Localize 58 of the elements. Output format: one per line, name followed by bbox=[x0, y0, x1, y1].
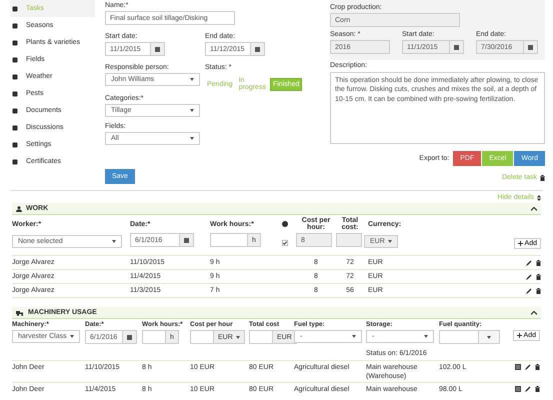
fuel-quantity-field[interactable] bbox=[439, 330, 479, 344]
caret-icon bbox=[190, 78, 194, 81]
calendar-icon bbox=[528, 44, 533, 50]
hours-field[interactable] bbox=[210, 233, 248, 247]
caret-icon bbox=[487, 336, 491, 338]
pencil-icon[interactable] bbox=[526, 260, 532, 266]
calendar-button[interactable] bbox=[524, 40, 538, 54]
calendar-button[interactable] bbox=[123, 330, 137, 344]
trash-icon[interactable] bbox=[536, 260, 541, 266]
caret-icon bbox=[352, 335, 356, 338]
hours-field[interactable] bbox=[142, 330, 166, 344]
calendar-button[interactable] bbox=[151, 42, 165, 56]
trash-icon[interactable] bbox=[535, 364, 540, 370]
caret-icon bbox=[190, 137, 194, 140]
chevron-up-icon[interactable] bbox=[531, 206, 537, 210]
sort-icon bbox=[537, 194, 541, 200]
caret-icon bbox=[236, 336, 240, 338]
caret-icon bbox=[190, 109, 194, 112]
tractor-icon bbox=[16, 310, 24, 316]
pencil-icon[interactable] bbox=[525, 364, 531, 370]
person-icon bbox=[16, 206, 22, 212]
menu-item-icon bbox=[12, 6, 18, 12]
pencil-icon[interactable] bbox=[525, 386, 531, 392]
menu-item-icon bbox=[12, 22, 18, 28]
calendar-icon bbox=[184, 238, 189, 242]
checkbox[interactable] bbox=[282, 240, 288, 246]
calendar-button[interactable] bbox=[180, 233, 194, 247]
calendar-button[interactable] bbox=[251, 42, 265, 56]
pencil-icon[interactable] bbox=[526, 288, 532, 294]
menu-item-icon bbox=[12, 142, 18, 148]
list-icon[interactable] bbox=[515, 386, 521, 392]
menu-item-icon bbox=[12, 124, 18, 130]
caret-icon bbox=[70, 335, 74, 338]
chevron-up-icon[interactable] bbox=[531, 310, 537, 314]
trash-icon[interactable] bbox=[535, 386, 540, 392]
calendar-icon bbox=[127, 334, 132, 340]
trash-icon[interactable] bbox=[540, 174, 545, 180]
caret-icon bbox=[112, 240, 116, 242]
trash-icon[interactable] bbox=[536, 274, 541, 280]
calendar-icon bbox=[255, 46, 260, 52]
caret-icon bbox=[424, 335, 428, 338]
plus-icon bbox=[518, 240, 523, 246]
menu-item-icon bbox=[12, 74, 18, 80]
menu-item-icon bbox=[12, 108, 18, 114]
pencil-icon[interactable] bbox=[526, 274, 532, 280]
menu-item-icon bbox=[12, 40, 18, 46]
menu-item-icon bbox=[12, 158, 18, 164]
plus-icon bbox=[516, 333, 522, 338]
calendar-button[interactable] bbox=[450, 40, 464, 54]
total-field[interactable] bbox=[249, 330, 273, 344]
calendar-icon bbox=[454, 44, 459, 50]
menu-item-icon bbox=[12, 56, 18, 62]
caret-icon bbox=[388, 240, 392, 242]
calendar-icon bbox=[155, 46, 160, 52]
total-field[interactable] bbox=[336, 233, 362, 247]
cost-field[interactable] bbox=[190, 330, 214, 344]
trash-icon[interactable] bbox=[536, 288, 541, 294]
menu-item-icon bbox=[12, 90, 18, 96]
